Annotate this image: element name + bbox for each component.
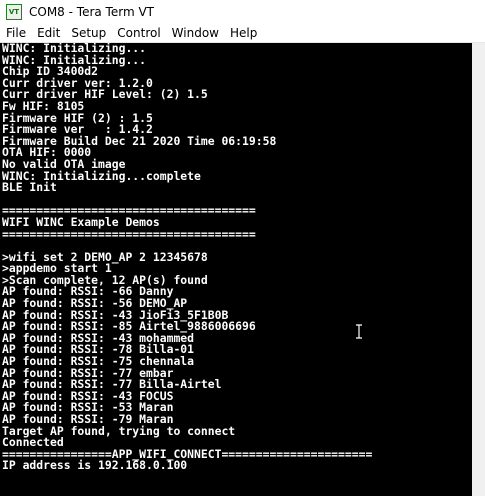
terminal-lines: WINC: Initializing... WINC: Initializing.… — [2, 43, 472, 472]
text-cursor-icon — [356, 324, 362, 339]
terminal-output[interactable]: WINC: Initializing... WINC: Initializing.… — [0, 43, 485, 496]
terminal-line: Target AP found, trying to connect — [2, 423, 236, 438]
menu-setup[interactable]: Setup — [65, 24, 111, 42]
menu-help[interactable]: Help — [224, 24, 262, 42]
terminal-line: ===================================== — [2, 226, 256, 241]
title-bar: VT COM8 - Tera Term VT — [0, 0, 485, 24]
terminal-line: WINC: Initializing...complete — [2, 168, 201, 183]
terminal-line: BLE Init — [2, 180, 57, 195]
menu-bar: File Edit Setup Control Window Help — [0, 24, 485, 43]
window-title: COM8 - Tera Term VT — [29, 5, 154, 19]
terminal-line: IP address is 192.168.0.100 — [2, 458, 188, 473]
menu-control[interactable]: Control — [111, 24, 165, 42]
menu-edit[interactable]: Edit — [31, 24, 65, 42]
menu-file[interactable]: File — [0, 24, 31, 42]
teraterm-app-icon[interactable]: VT — [6, 4, 22, 20]
menu-window[interactable]: Window — [166, 24, 224, 42]
vertical-scrollbar[interactable] — [472, 43, 485, 496]
